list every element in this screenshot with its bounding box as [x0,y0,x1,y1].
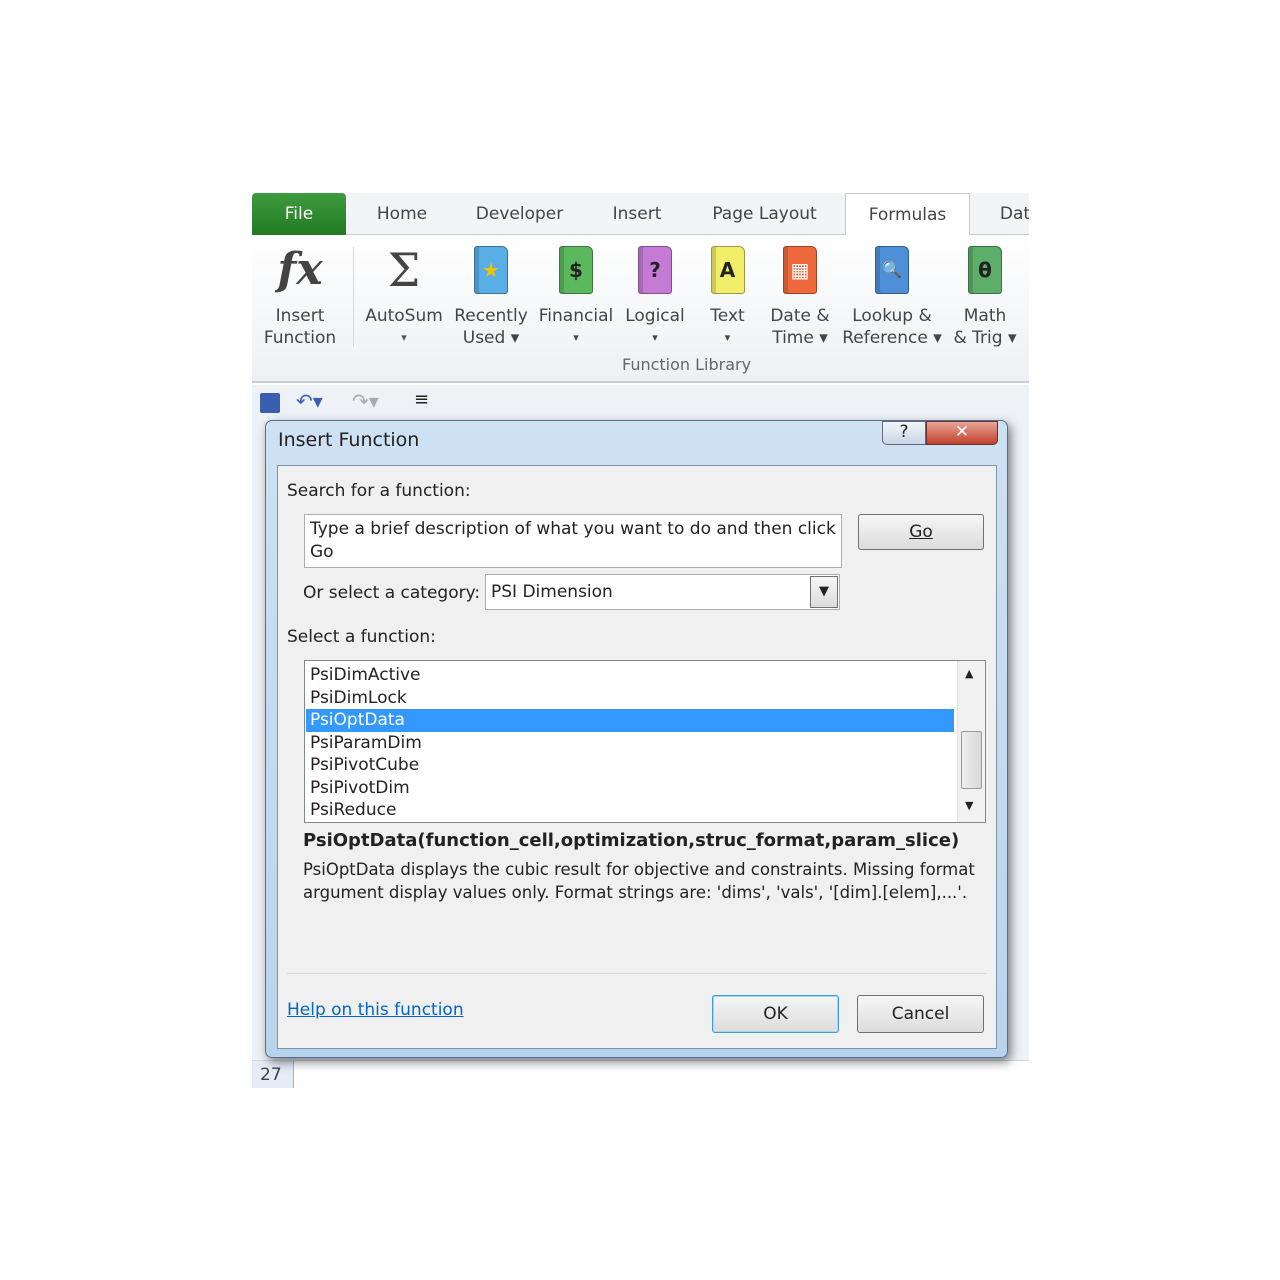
label: ▾ [401,331,407,344]
insert-function-button[interactable]: fx Insert Function [256,235,344,349]
tab-insert[interactable]: Insert [597,193,677,235]
book-text-icon: A [710,246,745,294]
row-header: 27 [252,1061,294,1088]
recently-used-button[interactable]: ★ Recently Used ▾ [452,235,530,349]
function-list-item[interactable]: PsiPivotCube [306,754,954,777]
function-description: PsiOptData displays the cubic result for… [303,860,975,902]
label: Function [263,328,337,348]
cancel-button[interactable]: Cancel [857,995,984,1033]
category-label: Or select a category: [303,583,481,603]
label: Time ▾ [772,328,828,348]
scroll-up-icon[interactable]: ▲ [965,667,973,680]
function-list-item[interactable]: PsiPivotDim [306,777,954,800]
logical-button[interactable]: ? Logical ▾ [620,235,690,349]
function-list-item[interactable]: PsiOptData [306,709,954,732]
book-star-icon: ★ [474,246,508,294]
label: Lookup & [852,306,932,326]
fx-icon: fx [277,244,323,295]
book-theta-icon: θ [968,246,1002,294]
tab-formulas[interactable]: Formulas [845,193,970,236]
category-select[interactable]: PSI Dimension ▼ [485,574,840,610]
label: Recently [454,306,528,326]
function-list-item[interactable]: PsiDimActive [306,664,954,687]
label: Math [963,306,1007,326]
redo-icon[interactable]: ↷▾ [352,389,379,413]
tab-developer[interactable]: Developer [467,193,572,235]
label: Financial [538,306,614,326]
divider [287,973,987,974]
label: AutoSum [365,306,443,326]
label: ▾ [724,331,731,344]
separator [353,247,354,347]
date-time-button[interactable]: ▦ Date & Time ▾ [762,235,838,349]
insert-function-dialog: Insert Function ? ✕ Search for a functio… [265,420,1008,1058]
label: Text [710,306,745,326]
book-magnifier-icon: 🔍 [875,246,909,294]
label: ▾ [652,331,658,344]
save-icon[interactable] [260,393,280,413]
sigma-icon: Σ [387,243,421,297]
book-money-icon: $ [559,246,593,294]
label: & Trig ▾ [953,328,1017,348]
help-button[interactable]: ? [882,421,926,445]
function-list-item[interactable]: PsiParamDim [306,732,954,755]
dialog-body: Search for a function: Type a brief desc… [277,465,997,1049]
autosum-button[interactable]: Σ AutoSum ▾ [360,235,448,349]
scroll-down-icon[interactable]: ▼ [965,799,973,812]
search-input[interactable]: Type a brief description of what you wan… [304,514,842,568]
text-button[interactable]: A Text ▾ [700,235,755,349]
select-function-label: Select a function: [287,627,436,647]
excel-window: File Home Developer Insert Page Layout F… [252,193,1029,1088]
ribbon-tabs: File Home Developer Insert Page Layout F… [252,193,1029,236]
label: Reference ▾ [842,328,942,348]
dialog-title: Insert Function [278,429,420,451]
undo-icon[interactable]: ↶▾ [296,389,323,413]
ok-button[interactable]: OK [712,995,839,1033]
scroll-thumb[interactable] [961,731,982,789]
book-calendar-icon: ▦ [783,246,817,294]
financial-button[interactable]: $ Financial ▾ [535,235,617,349]
go-button[interactable]: Go [858,514,984,550]
lookup-reference-button[interactable]: 🔍 Lookup & Reference ▾ [840,235,944,349]
math-trig-button[interactable]: θ Math & Trig ▾ [949,235,1021,349]
label: Date & [770,306,830,326]
ribbon: fx Insert Function Σ AutoSum ▾ ★ Recently U… [252,235,1029,383]
label: Insert [275,306,325,326]
help-link[interactable]: Help on this function [287,1000,464,1020]
tab-file[interactable]: File [252,193,346,235]
label: ▾ [573,331,579,344]
scrollbar[interactable]: ▲ ▼ [957,661,985,822]
function-list: PsiDimActive PsiDimLock PsiOptData PsiParam… [304,660,986,823]
function-signature: PsiOptData(function_cell,optimization,st… [303,830,960,851]
close-button[interactable]: ✕ [926,421,998,445]
book-question-icon: ? [638,246,672,294]
search-label: Search for a function: [287,481,471,501]
tab-page-layout[interactable]: Page Layout [702,193,827,235]
chevron-down-icon[interactable]: ▼ [810,576,838,608]
function-list-item[interactable]: PsiDimLock [306,687,954,710]
category-value: PSI Dimension [491,582,613,602]
grid-row: 27 [252,1060,1029,1088]
tab-data[interactable]: Dat [990,193,1029,235]
tab-home[interactable]: Home [362,193,442,235]
label: Logical [625,306,685,326]
function-list-item[interactable]: PsiReduce [306,799,954,822]
group-label: Function Library [622,355,752,374]
customize-toolbar-icon[interactable]: ≡ [414,389,429,410]
label: Used ▾ [462,328,520,348]
